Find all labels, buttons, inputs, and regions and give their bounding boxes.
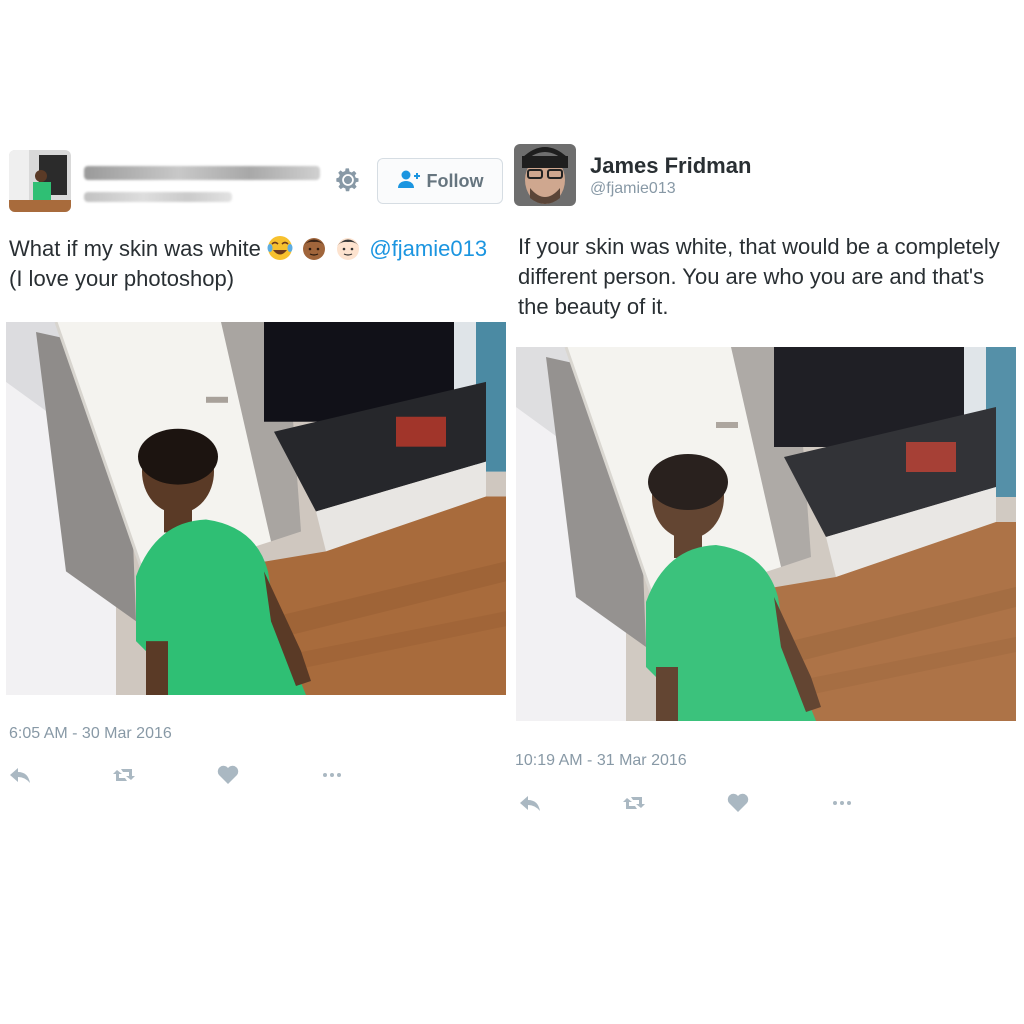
boy-dark-skin-tone-icon [301, 235, 327, 261]
left-tweet: Follow What if my skin was white @fjamie… [0, 0, 512, 1024]
add-user-icon [397, 169, 421, 194]
handle[interactable]: @fjamie013 [590, 180, 676, 198]
reply-icon[interactable] [518, 792, 542, 814]
tweet-text: If your skin was white, that would be a … [518, 234, 1000, 319]
heart-icon[interactable] [216, 764, 240, 786]
retweet-icon[interactable] [622, 792, 646, 814]
face-with-tears-of-joy-icon [267, 235, 293, 261]
redacted-handle [84, 192, 232, 202]
tweet-text-line2: (I love your photoshop) [9, 266, 235, 291]
reply-icon[interactable] [8, 764, 32, 786]
tweet-photo[interactable] [6, 322, 506, 695]
avatar[interactable] [9, 150, 71, 212]
follow-label: Follow [426, 170, 484, 191]
tweet-text: What if my skin was white @fjamie013 (I … [9, 234, 529, 294]
retweet-icon[interactable] [112, 764, 136, 786]
tweet-photo[interactable] [516, 347, 1016, 721]
more-icon[interactable] [830, 792, 854, 814]
tweet-actions [8, 764, 424, 786]
gear-icon[interactable] [334, 166, 362, 194]
more-icon[interactable] [320, 764, 344, 786]
mention-link[interactable]: @fjamie013 [369, 236, 487, 261]
timestamp[interactable]: 6:05 AM - 30 Mar 2016 [9, 725, 172, 743]
display-name[interactable]: James Fridman [590, 153, 751, 179]
timestamp[interactable]: 10:19 AM - 31 Mar 2016 [515, 752, 687, 770]
redacted-display-name [84, 166, 320, 180]
boy-light-skin-tone-icon [335, 235, 361, 261]
avatar[interactable] [514, 144, 576, 206]
follow-button[interactable]: Follow [377, 158, 503, 204]
heart-icon[interactable] [726, 792, 750, 814]
tweet-actions [518, 792, 934, 814]
right-tweet: James Fridman @fjamie013 If your skin wa… [512, 0, 1024, 1024]
tweet-text-line1: What if my skin was white [9, 236, 261, 261]
